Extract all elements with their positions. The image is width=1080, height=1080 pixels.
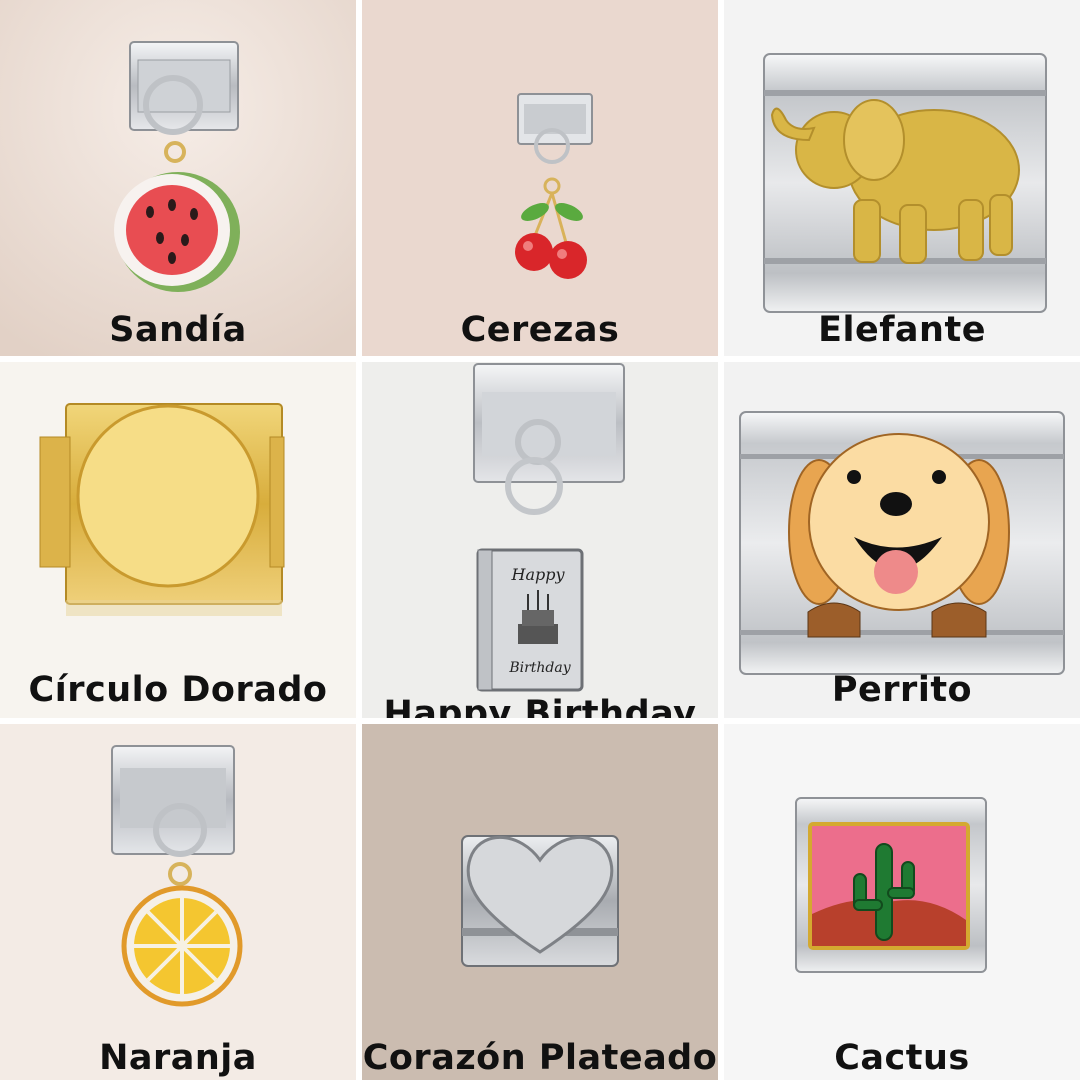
charm-grid: Sandía Cerezas Elefante Círculo Dorado H… bbox=[0, 0, 1080, 1080]
dog-charm-image bbox=[724, 362, 1080, 718]
charm-card-naranja[interactable]: Naranja bbox=[0, 724, 356, 1080]
silver-heart-charm-image bbox=[362, 724, 718, 1080]
card-text-birthday: Birthday bbox=[508, 660, 571, 676]
charm-card-sandia[interactable]: Sandía bbox=[0, 0, 356, 356]
charm-card-circulo-dorado[interactable]: Círculo Dorado bbox=[0, 362, 356, 718]
cactus-charm-image bbox=[724, 724, 1080, 1080]
charm-card-cerezas[interactable]: Cerezas bbox=[362, 0, 718, 356]
card-text-happy: Happy bbox=[510, 565, 565, 584]
charm-label: Cactus bbox=[834, 1038, 970, 1078]
charm-label: Perrito bbox=[831, 670, 973, 710]
charm-card-corazon-plateado[interactable]: Corazón Plateado bbox=[362, 724, 718, 1080]
charm-label: Corazón Plateado bbox=[362, 1038, 718, 1078]
gold-circle-charm-image bbox=[0, 362, 356, 718]
cherries-charm-image bbox=[362, 0, 718, 356]
charm-label: Sandía bbox=[109, 310, 247, 350]
charm-card-cactus[interactable]: Cactus bbox=[724, 724, 1080, 1080]
charm-card-elefante[interactable]: Elefante bbox=[724, 0, 1080, 356]
watermelon-charm-image bbox=[0, 0, 356, 356]
charm-card-happy-birthday[interactable]: Happy Birthday Happy Birthday bbox=[362, 362, 718, 718]
charm-label: Elefante bbox=[818, 310, 986, 350]
elephant-charm-image bbox=[724, 0, 1080, 356]
orange-charm-image bbox=[0, 724, 356, 1080]
charm-label: Naranja bbox=[99, 1038, 257, 1078]
charm-label: Happy Birthday bbox=[383, 694, 697, 718]
charm-label: Círculo Dorado bbox=[28, 670, 328, 710]
charm-card-perrito[interactable]: Perrito bbox=[724, 362, 1080, 718]
birthday-card-charm-image: Happy Birthday bbox=[362, 362, 718, 718]
charm-label: Cerezas bbox=[460, 310, 620, 350]
